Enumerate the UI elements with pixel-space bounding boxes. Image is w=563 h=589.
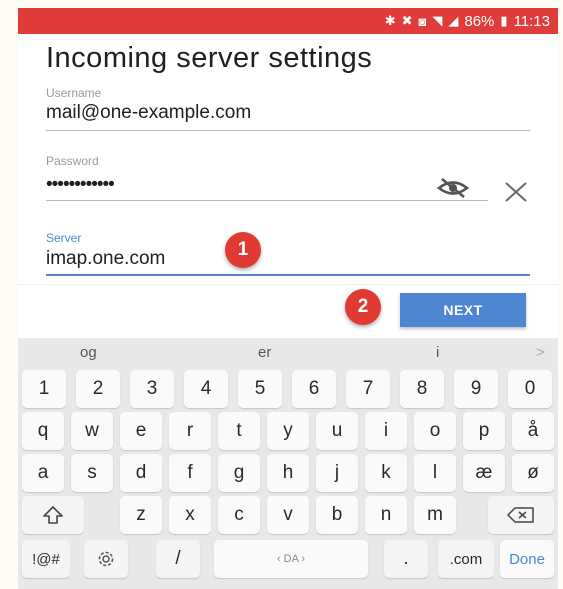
done-key[interactable]: Done	[500, 540, 554, 578]
key-j[interactable]: j	[316, 454, 358, 492]
key-4[interactable]: 4	[184, 370, 228, 408]
key-m[interactable]: m	[414, 496, 456, 534]
key-l[interactable]: l	[414, 454, 456, 492]
keyboard: og er i > 1 2 3 4 5 6 7 8 9 0 q w e r t …	[18, 338, 558, 589]
server-label: Server	[46, 231, 82, 245]
password-field[interactable]: ••••••••••••	[46, 174, 115, 196]
signal-icon: ◢	[448, 13, 459, 28]
key-b[interactable]: b	[316, 496, 358, 534]
key-f[interactable]: f	[169, 454, 211, 492]
key-d[interactable]: d	[120, 454, 162, 492]
clock: 11:13	[513, 12, 550, 30]
key-h[interactable]: h	[267, 454, 309, 492]
suggestion-item[interactable]: og	[80, 344, 97, 361]
action-bar: 2 NEXT	[18, 284, 558, 339]
key-k[interactable]: k	[365, 454, 407, 492]
period-key[interactable]: .	[384, 540, 428, 578]
battery-level: 86%	[464, 12, 495, 30]
username-field[interactable]: mail@one-example.com	[46, 102, 251, 124]
username-label: Username	[46, 86, 102, 100]
key-o[interactable]: o	[414, 412, 456, 450]
key-v[interactable]: v	[267, 496, 309, 534]
key-z[interactable]: z	[120, 496, 162, 534]
username-underline	[46, 130, 530, 131]
key-n[interactable]: n	[365, 496, 407, 534]
key-0[interactable]: 0	[508, 370, 552, 408]
password-label: Password	[46, 154, 99, 168]
key-e[interactable]: e	[120, 412, 162, 450]
key-5[interactable]: 5	[238, 370, 282, 408]
key-a[interactable]: a	[22, 454, 64, 492]
key-3[interactable]: 3	[130, 370, 174, 408]
alarm-icon: ◙	[418, 13, 427, 29]
suggestion-item[interactable]: i	[436, 344, 439, 361]
key-u[interactable]: u	[316, 412, 358, 450]
key-r[interactable]: r	[169, 412, 211, 450]
visibility-off-icon[interactable]	[436, 176, 470, 200]
suggestion-item[interactable]: er	[258, 344, 271, 361]
key-g[interactable]: g	[218, 454, 260, 492]
step-2-badge: 2	[345, 289, 381, 325]
key-x[interactable]: x	[169, 496, 211, 534]
settings-key[interactable]	[84, 540, 128, 578]
suggestion-bar: og er i >	[18, 338, 558, 368]
symbols-key[interactable]: !@#	[22, 540, 70, 578]
password-underline	[46, 200, 488, 201]
suggestion-expand-icon[interactable]: >	[536, 344, 545, 361]
key-w[interactable]: w	[71, 412, 113, 450]
mute-icon: ✖	[401, 13, 413, 28]
clear-icon[interactable]	[502, 179, 530, 205]
backspace-key[interactable]	[488, 496, 554, 534]
wifi-icon: ◥	[432, 13, 443, 28]
key-s[interactable]: s	[71, 454, 113, 492]
backspace-icon	[507, 507, 534, 523]
key-i[interactable]: i	[365, 412, 407, 450]
dot-com-key[interactable]: .com	[438, 540, 494, 578]
shift-key[interactable]	[22, 496, 84, 534]
slash-key[interactable]: /	[156, 540, 200, 578]
key-t[interactable]: t	[218, 412, 260, 450]
key-y[interactable]: y	[267, 412, 309, 450]
key-1[interactable]: 1	[22, 370, 66, 408]
key-8[interactable]: 8	[400, 370, 444, 408]
battery-icon: ▮	[500, 13, 508, 28]
server-field[interactable]: imap.one.com	[46, 248, 165, 270]
key-6[interactable]: 6	[292, 370, 336, 408]
status-bar: ✱ ✖ ◙ ◥ ◢ 86% ▮ 11:13	[18, 8, 558, 34]
gear-icon	[98, 551, 114, 567]
key-ae[interactable]: æ	[463, 454, 505, 492]
bluetooth-icon: ✱	[384, 13, 396, 28]
key-2[interactable]: 2	[76, 370, 120, 408]
key-q[interactable]: q	[22, 412, 64, 450]
server-underline	[46, 274, 530, 276]
step-1-badge: 1	[225, 232, 261, 268]
settings-form: Incoming server settings Username mail@o…	[18, 34, 558, 284]
next-button[interactable]: NEXT	[400, 293, 526, 327]
key-oe[interactable]: ø	[512, 454, 554, 492]
key-7[interactable]: 7	[346, 370, 390, 408]
key-p[interactable]: p	[463, 412, 505, 450]
key-9[interactable]: 9	[454, 370, 498, 408]
key-c[interactable]: c	[218, 496, 260, 534]
space-key[interactable]: ‹ DA ›	[214, 540, 368, 578]
key-aa[interactable]: å	[512, 412, 554, 450]
page-title: Incoming server settings	[46, 42, 373, 74]
shift-icon	[43, 506, 63, 524]
phone-screen: ✱ ✖ ◙ ◥ ◢ 86% ▮ 11:13 Incoming server se…	[0, 0, 563, 589]
